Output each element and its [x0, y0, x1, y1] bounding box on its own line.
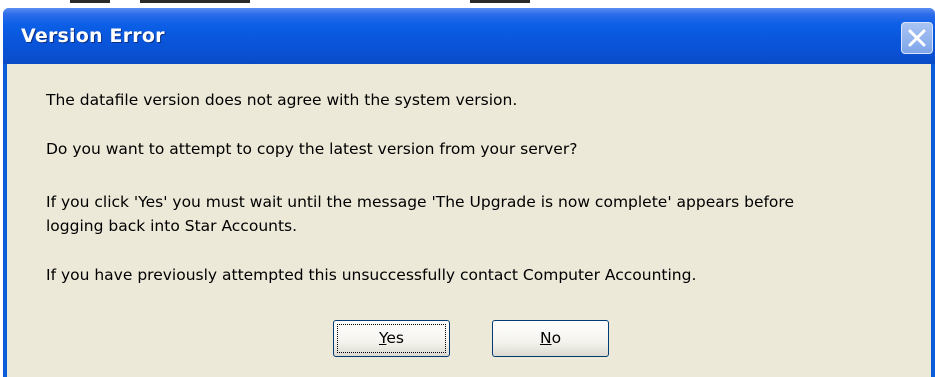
window-title: Version Error	[21, 25, 165, 47]
message-line: If you click 'Yes' you must wait until t…	[46, 193, 794, 211]
no-label-rest: o	[551, 329, 562, 347]
message-line: Do you want to attempt to copy the lates…	[46, 140, 578, 158]
no-mnemonic: N	[539, 329, 552, 347]
yes-label-rest: es	[386, 329, 405, 347]
no-button-label: No	[540, 329, 561, 347]
close-button[interactable]	[901, 22, 933, 54]
background-text-fragment	[470, 0, 530, 3]
yes-button[interactable]: Yes	[333, 320, 450, 357]
dialog-client-area: The datafile version does not agree with…	[7, 64, 931, 377]
yes-button-label: Yes	[379, 329, 404, 347]
version-error-dialog: Version Error The datafile version does …	[3, 8, 935, 377]
message-line: The datafile version does not agree with…	[46, 91, 518, 109]
message-line: logging back into Star Accounts.	[46, 217, 298, 235]
close-x-icon	[908, 29, 926, 47]
title-bar[interactable]: Version Error	[3, 8, 935, 64]
background-text-fragment	[140, 0, 250, 3]
message-line: If you have previously attempted this un…	[46, 266, 697, 284]
background-text-fragment	[70, 0, 110, 3]
no-button[interactable]: No	[492, 320, 609, 357]
